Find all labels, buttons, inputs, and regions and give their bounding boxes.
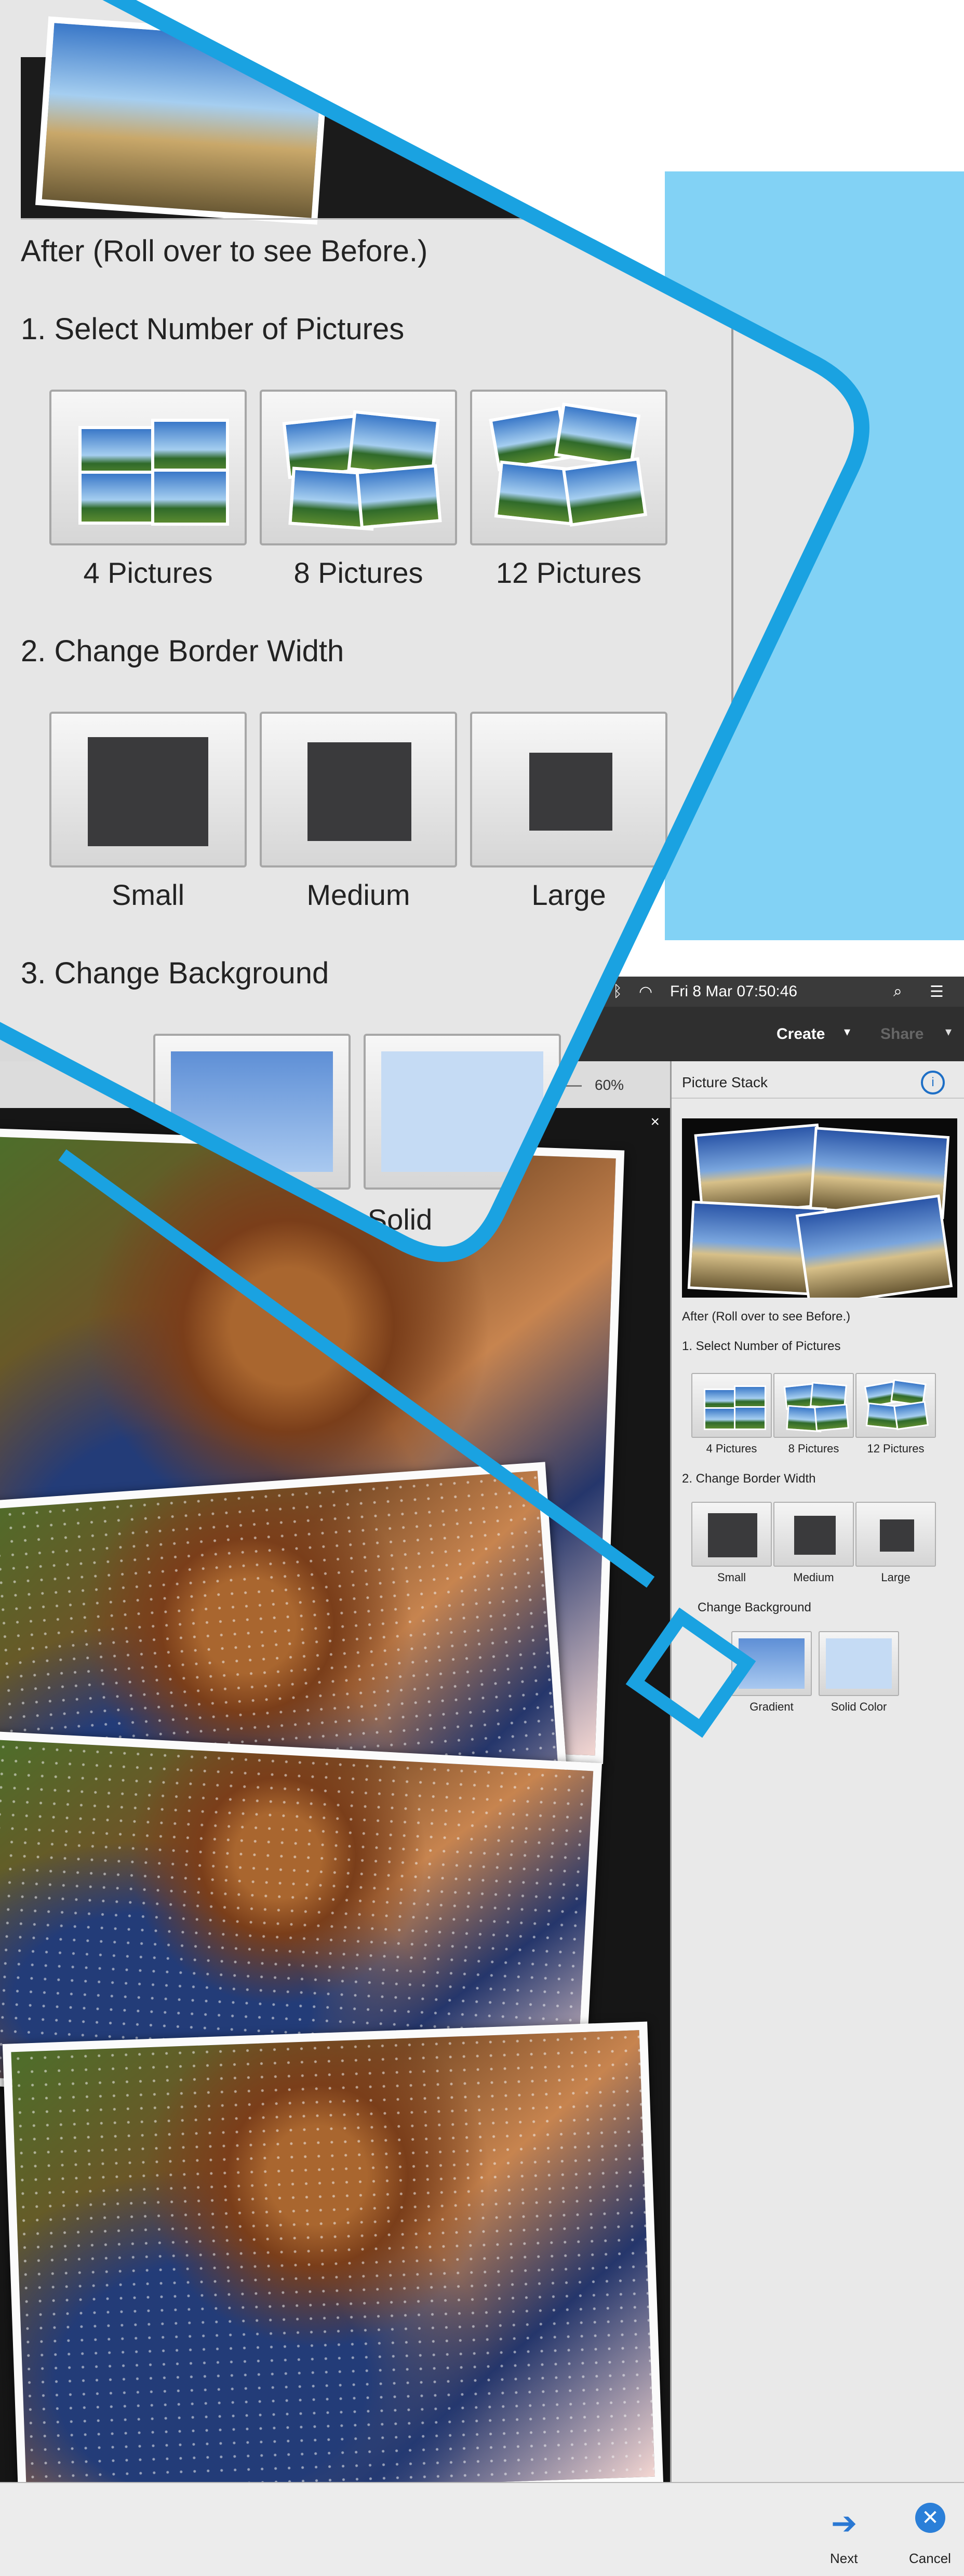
border-swatch bbox=[708, 1513, 757, 1557]
border-small[interactable] bbox=[691, 1502, 772, 1567]
stack-thumbnail bbox=[814, 1404, 849, 1432]
option-label: Gradient bbox=[749, 1700, 794, 1713]
step3-heading: Change Background bbox=[698, 1600, 811, 1614]
option-label: Medium bbox=[793, 1571, 834, 1584]
after-note: After (Roll over to see Before.) bbox=[682, 1310, 851, 1324]
bottom-bar: ➔ Next ✕ Cancel bbox=[0, 2482, 964, 2576]
option-12-pictures[interactable] bbox=[855, 1373, 936, 1438]
next-button[interactable]: Next bbox=[830, 2551, 858, 2567]
border-swatch bbox=[794, 1516, 836, 1555]
option-8-pictures[interactable] bbox=[773, 1373, 854, 1438]
arrow-right-icon[interactable]: ➔ bbox=[831, 2508, 857, 2539]
stack-photo bbox=[2, 2021, 664, 2507]
stack-thumbnail bbox=[734, 1406, 766, 1430]
cancel-button[interactable]: Cancel bbox=[909, 2551, 951, 2567]
border-medium[interactable] bbox=[773, 1502, 854, 1567]
option-label: 4 Pictures bbox=[706, 1442, 757, 1455]
background-solid-color[interactable] bbox=[819, 1631, 899, 1696]
option-4-pictures[interactable] bbox=[691, 1373, 772, 1438]
photo-canvas[interactable]: × bbox=[0, 1108, 670, 2507]
cancel-icon[interactable]: ✕ bbox=[915, 2503, 945, 2533]
option-label: Small bbox=[717, 1571, 746, 1584]
stack-thumbnail bbox=[893, 1400, 929, 1431]
option-label: 12 Pictures bbox=[867, 1442, 925, 1455]
step2-heading: 2. Change Border Width bbox=[682, 1472, 816, 1486]
border-swatch bbox=[880, 1519, 914, 1552]
option-label: Solid Color bbox=[831, 1700, 887, 1713]
stack-thumbnail bbox=[704, 1407, 737, 1430]
step1-heading: 1. Select Number of Pictures bbox=[682, 1339, 841, 1353]
option-label: 8 Pictures bbox=[788, 1442, 839, 1455]
solid-color-swatch bbox=[826, 1638, 892, 1689]
option-label: Large bbox=[881, 1571, 911, 1584]
callout-border bbox=[0, 0, 869, 1262]
border-large[interactable] bbox=[855, 1502, 936, 1567]
